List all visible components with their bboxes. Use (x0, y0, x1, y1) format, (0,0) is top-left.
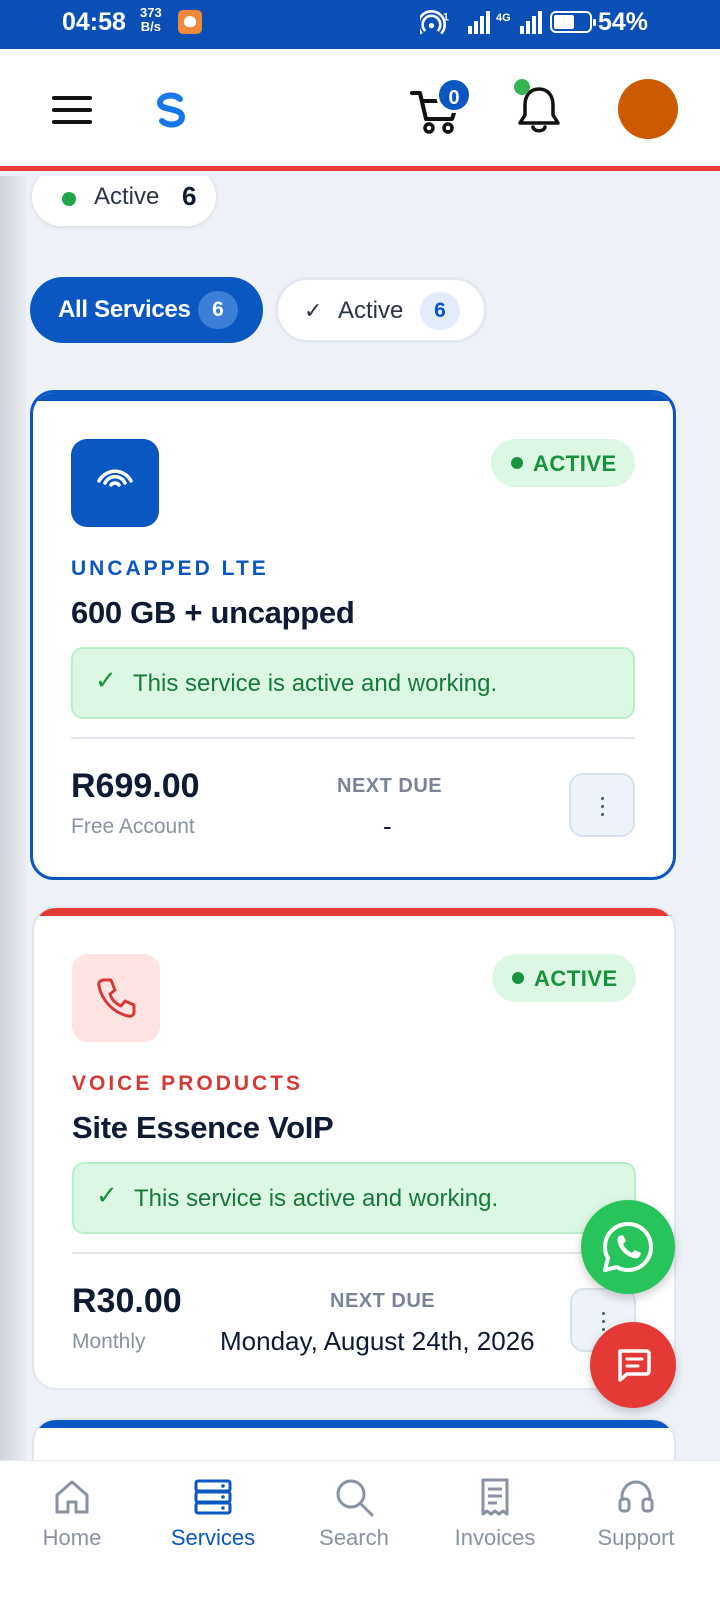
status-dot (512, 972, 524, 984)
service-card[interactable] (32, 1418, 676, 1460)
bottom-navigation: Home Services Search Invoices Support (0, 1460, 720, 1600)
service-name: Site Essence VoIP (72, 1110, 334, 1145)
nav-label-services: Services (170, 1525, 256, 1550)
headset-icon (618, 1480, 654, 1513)
network-speed-value: 373 (140, 5, 162, 20)
filter-all-label: All Services (58, 296, 191, 323)
logo-icon[interactable] (150, 89, 192, 131)
whatsapp-button[interactable] (581, 1200, 675, 1294)
app-header: 0 (0, 49, 720, 171)
filter-active-label: Active (338, 297, 404, 324)
nav-item-invoices[interactable]: Invoices (423, 1461, 567, 1571)
check-icon: ✓ (95, 665, 117, 695)
status-time: 04:58 (62, 8, 126, 36)
phone-icon (97, 978, 136, 1018)
service-price: R699.00 (71, 767, 200, 805)
side-drawer-edge (0, 176, 26, 1460)
cart-count-badge: 0 (436, 77, 472, 113)
chat-icon (618, 1349, 651, 1382)
notice-text: This service is active and working. (133, 670, 498, 697)
active-summary-pill: Active 6 (32, 176, 216, 226)
check-icon: ✓ (96, 1180, 118, 1210)
filter-all-services[interactable]: All Services 6 (30, 277, 263, 343)
next-due-label: NEXT DUE (330, 1290, 436, 1312)
billing-cycle: Free Account (71, 815, 195, 838)
status-badge: ACTIVE (491, 439, 635, 487)
nav-item-services[interactable]: Services (141, 1461, 285, 1571)
nav-label-search: Search (319, 1525, 389, 1550)
billing-cycle: Monthly (72, 1330, 146, 1353)
invoice-icon (481, 1478, 509, 1516)
hotspot-icon: 1 (420, 10, 449, 35)
card-accent-bar (33, 393, 673, 401)
next-due-value: - (383, 811, 392, 841)
status-dot (511, 457, 523, 469)
nav-label-home: Home (42, 1525, 102, 1550)
live-chat-button[interactable] (590, 1322, 676, 1408)
service-price: R30.00 (72, 1282, 182, 1320)
check-icon: ✓ (304, 298, 323, 323)
divider (71, 737, 635, 739)
nav-label-support: Support (597, 1525, 675, 1550)
filter-active[interactable]: ✓ Active 6 (275, 277, 487, 343)
network-type: 4G (496, 12, 511, 24)
next-due-label: NEXT DUE (337, 775, 443, 797)
active-status-dot (62, 192, 76, 206)
network-speed: 373 B/s (140, 6, 162, 34)
filter-all-count: 6 (198, 291, 238, 329)
next-due-value: Monday, August 24th, 2026 (220, 1326, 535, 1356)
status-label: ACTIVE (533, 451, 617, 476)
network-speed-unit: B/s (140, 19, 161, 34)
search-icon (336, 1479, 374, 1517)
more-options-button[interactable] (569, 773, 635, 837)
card-accent-bar (34, 908, 674, 916)
services-icon (194, 1479, 232, 1515)
whatsapp-icon (603, 1222, 653, 1272)
battery-percent: 54% (598, 8, 649, 36)
service-name: 600 GB + uncapped (71, 595, 355, 630)
service-icon-tile (71, 439, 159, 527)
service-status-notice: ✓ This service is active and working. (72, 1162, 636, 1234)
battery-icon (550, 11, 596, 33)
nav-item-support[interactable]: Support (564, 1461, 708, 1571)
filter-active-count: 6 (420, 292, 460, 330)
service-category: UNCAPPED LTE (71, 557, 269, 580)
wifi-icon (97, 469, 133, 487)
status-label: ACTIVE (534, 966, 618, 991)
status-bar: 04:58 373 B/s 1 4G 54% (0, 0, 720, 49)
nav-item-search[interactable]: Search (282, 1461, 426, 1571)
service-status-notice: ✓ This service is active and working. (71, 647, 635, 719)
service-category: VOICE PRODUCTS (72, 1072, 304, 1095)
app-notification-icon (178, 10, 202, 34)
nav-item-home[interactable]: Home (0, 1461, 144, 1571)
divider (72, 1252, 636, 1254)
signal-icon: 4G (468, 11, 542, 34)
active-summary-count: 6 (182, 181, 197, 211)
avatar[interactable] (618, 79, 678, 139)
notification-dot (514, 79, 530, 95)
menu-button[interactable] (52, 96, 92, 126)
service-card[interactable]: ACTIVE UNCAPPED LTE 600 GB + uncapped ✓ … (30, 390, 676, 880)
home-icon (55, 1480, 89, 1514)
notice-text: This service is active and working. (134, 1185, 499, 1212)
card-accent-bar (34, 1420, 674, 1428)
active-summary-label: Active (94, 183, 160, 210)
hotspot-count: 1 (443, 11, 449, 23)
service-card[interactable]: ACTIVE VOICE PRODUCTS Site Essence VoIP … (32, 906, 676, 1390)
status-badge: ACTIVE (492, 954, 636, 1002)
service-icon-tile (72, 954, 160, 1042)
nav-label-invoices: Invoices (454, 1525, 536, 1550)
